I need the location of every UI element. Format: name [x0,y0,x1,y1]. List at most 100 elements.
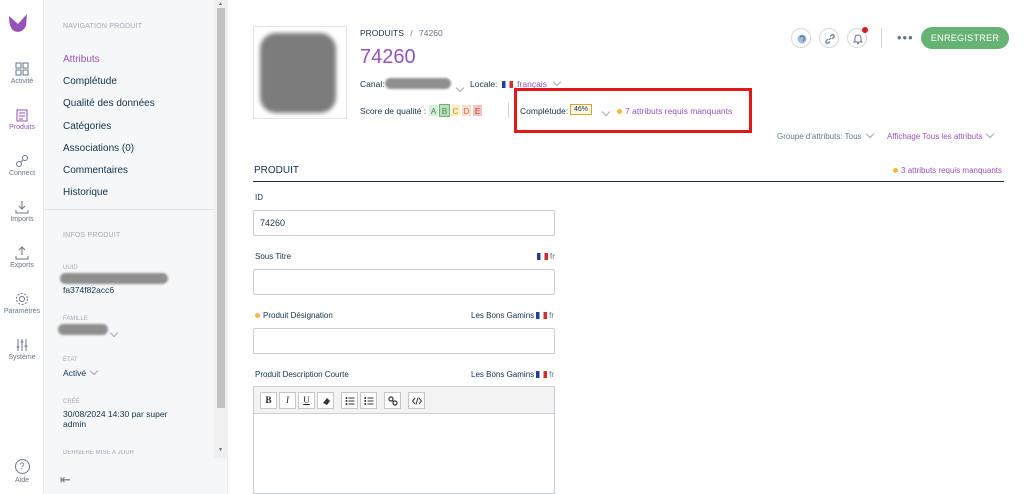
flag-fr-icon [537,253,548,261]
warning-dot-icon [893,168,899,174]
state-label: ÉTAT [63,357,78,363]
section-missing-link[interactable]: 3 attributs requis manquants [893,166,1002,175]
breadcrumb-produits[interactable]: PRODUITS [360,28,404,38]
numbered-list-icon [364,397,373,405]
sous-titre-label: Sous Titre [255,252,292,261]
uuid-value: fa374f82acc6 [63,285,115,295]
scroll-down-icon[interactable]: ▼ [218,447,223,453]
link-button[interactable] [819,28,839,48]
chevron-down-icon [455,83,465,93]
canal-dropdown[interactable] [452,80,465,98]
menu-imports[interactable]: Imports [0,200,44,223]
sous-titre-field[interactable] [253,269,555,295]
desc-courte-meta: Les Bons Gamins fr [471,370,554,379]
help-icon: ? [14,459,30,474]
eraser-icon [322,398,330,405]
infos-title: INFOS PRODUIT [63,232,121,239]
page-title: 74260 [360,46,416,68]
more-options-icon[interactable]: ••• [897,30,914,45]
attribute-group-selector[interactable]: Groupe d'attributs: Tous [777,129,874,141]
nav-link-categories[interactable]: Catégories [63,121,111,132]
main-menu: Activité Produits Connect Imports Export… [0,0,44,494]
menu-systeme[interactable]: Système [0,338,44,361]
brain-icon [797,34,807,44]
notification-badge [862,27,868,33]
flag-fr-icon [536,371,548,379]
numbered-list-button[interactable] [360,392,377,409]
menu-produits[interactable]: Produits [0,108,44,131]
redacted-image [260,33,336,113]
collapse-panel-icon[interactable]: ⇤ [60,472,71,488]
clipboard-icon [16,109,28,122]
state-value: Activé [63,368,87,378]
created-value-2: admin [63,419,87,429]
eraser-button[interactable] [317,392,334,409]
product-image[interactable] [253,26,347,119]
italic-button[interactable]: I [279,392,296,409]
family-label: FAMILLE [63,316,88,322]
attribute-display-text: Affichage Tous les attributs [887,132,983,141]
download-icon [15,201,29,214]
link-icon [387,396,398,406]
designation-field[interactable] [253,328,555,354]
redacted-family [58,324,108,335]
code-view-button[interactable] [408,392,425,409]
nav-scrollbar-thumb[interactable] [217,8,225,408]
menu-imports-label: Imports [10,216,34,223]
designation-label: Produit Désignation [255,311,333,320]
header-vertical-separator [881,28,882,48]
akeneo-logo[interactable] [7,12,29,34]
nav-divider [44,209,214,210]
bullet-list-icon [345,397,354,405]
score-label: Score de qualité : [360,106,427,116]
bold-button[interactable]: B [260,392,277,409]
flag-fr-icon [501,81,513,89]
flag-fr-icon [536,312,548,320]
save-button[interactable]: ENREGISTRER [921,27,1009,49]
nav-link-completude[interactable]: Complétude [63,76,117,87]
nav-link-historique[interactable]: Historique [63,187,108,198]
chevron-down-icon [89,366,99,376]
underline-button[interactable]: U [298,392,315,409]
id-field[interactable]: 74260 [253,210,555,236]
canal-selector[interactable]: Canal: [360,79,385,89]
grid-icon [15,62,29,76]
chevron-down-icon [865,129,874,139]
locale-code: fr [550,252,555,261]
menu-systeme-label: Système [8,354,36,361]
bullet-list-button[interactable] [341,392,358,409]
notifications-button[interactable] [847,27,868,48]
menu-activite[interactable]: Activité [0,62,44,85]
menu-connect[interactable]: Connect [0,154,44,177]
menu-connect-label: Connect [8,170,36,177]
created-label: CRÉÉ [63,399,80,405]
quality-score-badges: A B C D E [428,104,483,117]
section-title: PRODUIT [254,165,299,176]
locale-code: fr [549,370,555,379]
channel-name: Les Bons Gamins [471,311,535,320]
upload-icon [15,246,29,260]
uuid-label: UUID [63,265,78,271]
menu-help[interactable]: ? Aide [0,459,44,484]
data-quality-button[interactable] [791,28,811,48]
family-dropdown[interactable] [106,325,119,343]
nav-link-attributs[interactable]: Attributs [63,54,100,65]
id-label: ID [255,193,263,202]
link-icon [825,34,835,44]
attribute-display-selector[interactable]: Affichage Tous les attributs [887,129,995,141]
scroll-up-icon[interactable]: ▲ [218,1,223,7]
menu-parametres-label: Paramètres [3,308,41,315]
menu-parametres[interactable]: Paramètres [0,292,44,315]
nav-link-qualite[interactable]: Qualité des données [63,98,155,109]
nav-link-associations[interactable]: Associations (0) [63,143,134,154]
link-button-editor[interactable] [384,392,401,409]
section-missing-text: 3 attributs requis manquants [901,166,1002,175]
score-b: B [439,104,450,117]
rich-text-editor[interactable]: B I U [253,386,555,494]
bell-icon [852,34,864,45]
nav-link-commentaires[interactable]: Commentaires [63,165,128,176]
state-dropdown[interactable]: Activé [63,366,99,378]
menu-exports[interactable]: Exports [0,246,44,269]
menu-produits-label: Produits [9,124,35,131]
chevron-down-icon [553,77,562,87]
